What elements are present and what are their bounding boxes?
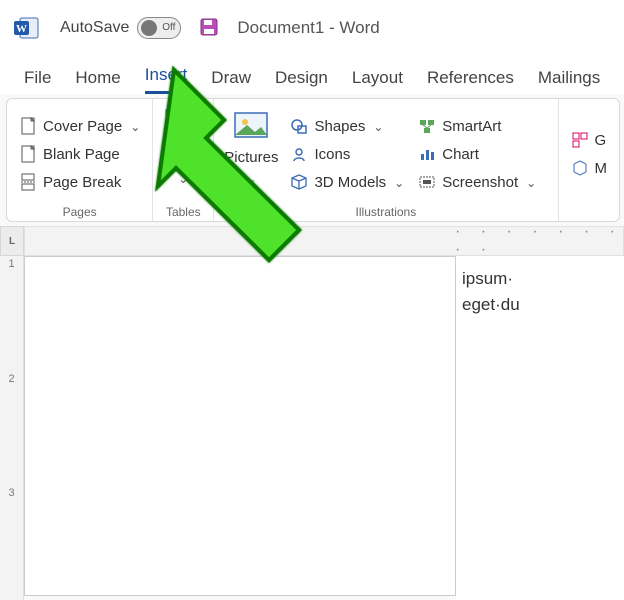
svg-text:W: W (16, 23, 27, 35)
shapes-button[interactable]: Shapes (288, 115, 406, 137)
toggle-knob-icon (141, 20, 157, 36)
titlebar: W AutoSave Off Document1 - Word (0, 0, 624, 56)
chevron-down-icon (371, 118, 383, 135)
3d-models-label: 3D Models (314, 174, 386, 191)
blank-page-button[interactable]: Blank Page (17, 143, 142, 165)
chevron-down-icon (178, 170, 188, 187)
blank-page-label: Blank Page (43, 146, 120, 163)
horizontal-ruler[interactable]: · · · · · · · · · (24, 226, 624, 256)
pictures-label: Pictures (224, 149, 278, 166)
smartart-icon (418, 117, 436, 135)
table-label: Table (165, 149, 201, 166)
chevron-down-icon (246, 170, 256, 187)
chart-icon (418, 145, 436, 163)
right-g-label: G (595, 132, 607, 149)
cover-page-button[interactable]: Cover Page (17, 115, 142, 137)
toggle-state: Off (162, 22, 175, 33)
table-button[interactable]: Table (163, 105, 203, 203)
save-icon[interactable] (199, 17, 219, 40)
chevron-down-icon (524, 174, 536, 191)
group-tables: Table Tables (152, 99, 213, 221)
page-break-icon (19, 173, 37, 191)
blank-page-icon (19, 145, 37, 163)
pictures-button[interactable]: Pictures (224, 105, 278, 203)
screenshot-label: Screenshot (442, 174, 518, 191)
right-m-label: M (595, 160, 608, 177)
group-right-label (569, 205, 610, 219)
tab-insert[interactable]: Insert (145, 65, 188, 94)
hex-icon (571, 159, 589, 177)
doc-text-region[interactable]: ipsum· eget·du (456, 256, 624, 600)
tab-home[interactable]: Home (75, 68, 120, 94)
icons-icon (290, 145, 308, 163)
ribbon: Cover Page Blank Page Page Break Pages (6, 98, 620, 222)
chevron-down-icon (128, 118, 140, 135)
chart-label: Chart (442, 146, 479, 163)
tab-layout[interactable]: Layout (352, 68, 403, 94)
tab-design[interactable]: Design (275, 68, 328, 94)
icons-button[interactable]: Icons (288, 143, 406, 165)
pictures-icon (231, 105, 271, 145)
word-logo-icon: W (14, 16, 40, 40)
vertical-ruler[interactable]: 1 2 3 (0, 256, 24, 600)
shapes-label: Shapes (314, 118, 365, 135)
page-canvas[interactable] (24, 256, 456, 596)
group-tables-label: Tables (163, 205, 203, 219)
cover-page-label: Cover Page (43, 118, 122, 135)
tab-references[interactable]: References (427, 68, 514, 94)
vruler-3: 3 (0, 485, 23, 600)
ribbon-tabbar: File Home Insert Draw Design Layout Refe… (0, 56, 624, 94)
autosave-toggle[interactable]: Off (137, 17, 181, 39)
chevron-down-icon (392, 174, 404, 191)
screenshot-icon (418, 173, 436, 191)
smartart-button[interactable]: SmartArt (416, 115, 538, 137)
tab-mailings[interactable]: Mailings (538, 68, 600, 94)
right-button-g[interactable]: G (569, 129, 610, 151)
doc-area: 1 2 3 ipsum· eget·du (0, 256, 624, 600)
group-pages-label: Pages (17, 205, 142, 219)
shapes-icon (290, 117, 308, 135)
right-button-m[interactable]: M (569, 157, 610, 179)
chart-button[interactable]: Chart (416, 143, 538, 165)
ruler-corner: L (0, 226, 24, 256)
tab-file[interactable]: File (24, 68, 51, 94)
vruler-2: 2 (0, 371, 23, 486)
grid-icon (571, 131, 589, 149)
tab-draw[interactable]: Draw (211, 68, 251, 94)
group-illustrations: Pictures Shapes Icons 3D Models (213, 99, 557, 221)
autosave-label: AutoSave (60, 19, 129, 37)
cover-page-icon (19, 117, 37, 135)
group-right-partial: G M (558, 99, 620, 221)
doc-line-1: ipsum· (462, 266, 624, 292)
smartart-label: SmartArt (442, 118, 501, 135)
table-icon (163, 105, 203, 145)
doc-line-2: eget·du (462, 292, 624, 318)
screenshot-button[interactable]: Screenshot (416, 171, 538, 193)
page-break-button[interactable]: Page Break (17, 171, 142, 193)
cube-icon (290, 173, 308, 191)
document-title: Document1 - Word (237, 18, 379, 38)
3d-models-button[interactable]: 3D Models (288, 171, 406, 193)
page-break-label: Page Break (43, 174, 121, 191)
icons-label: Icons (314, 146, 350, 163)
vruler-1: 1 (0, 256, 23, 371)
ruler-area: L · · · · · · · · · (0, 226, 624, 256)
group-illustrations-label: Illustrations (224, 205, 547, 219)
group-pages: Cover Page Blank Page Page Break Pages (7, 99, 152, 221)
